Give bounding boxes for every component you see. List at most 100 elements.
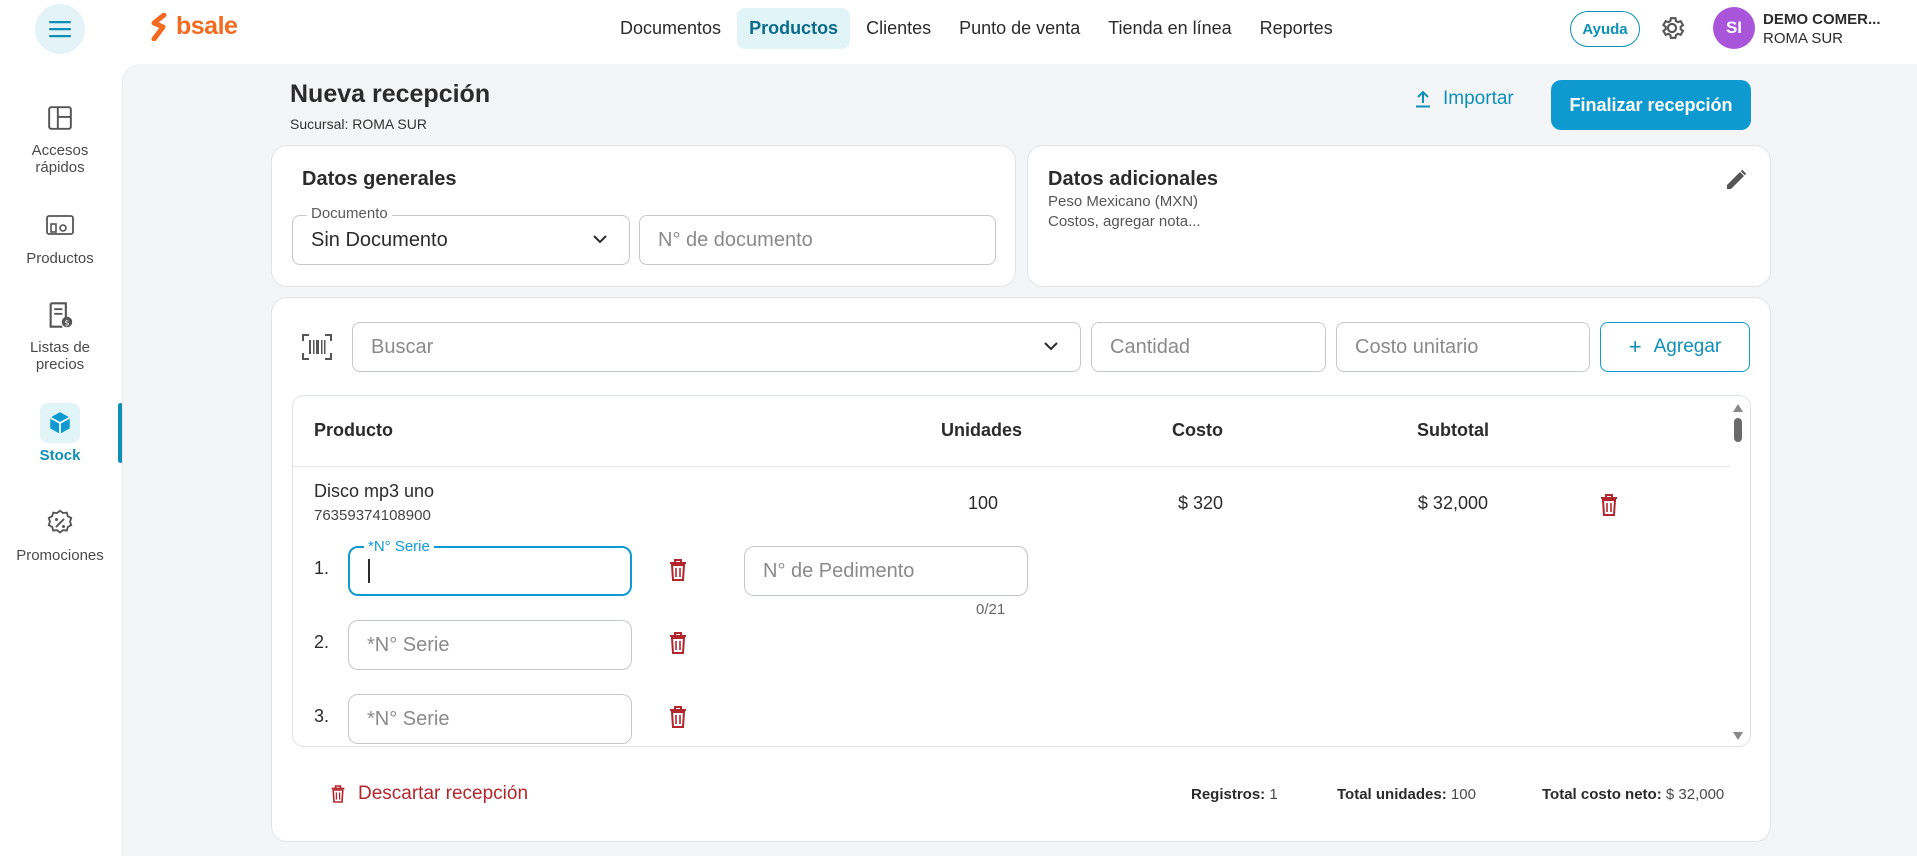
quantity-input[interactable]: Cantidad [1091, 322, 1326, 372]
serial-placeholder: *N° Serie [367, 707, 450, 730]
plus-icon: + [1628, 334, 1642, 359]
sidebar-item-promociones[interactable]: Promociones [0, 503, 120, 564]
svg-text:$: $ [64, 318, 69, 328]
brand-logo[interactable]: bsale [150, 12, 238, 41]
serial-number-input[interactable]: *N° Serie [348, 694, 632, 744]
price-list-icon: $ [40, 295, 80, 335]
account-info[interactable]: DEMO COMER... ROMA SUR [1763, 10, 1881, 48]
barcode-icon[interactable] [302, 334, 332, 360]
import-label: Importar [1443, 88, 1514, 109]
nav-reportes[interactable]: Reportes [1248, 8, 1345, 49]
sidebar-item-label: Listas de precios [29, 339, 91, 373]
serial-number-input[interactable]: *N° Serie [348, 620, 632, 670]
serial-row-number: 3. [314, 706, 330, 726]
nav-tienda-en-linea[interactable]: Tienda en línea [1096, 8, 1243, 49]
text-caret [368, 559, 370, 583]
column-header-subtotal: Subtotal [1417, 420, 1489, 440]
bsale-logo-icon [151, 12, 167, 41]
add-button[interactable]: + Agregar [1600, 322, 1750, 372]
total-units-value: 100 [1450, 786, 1476, 803]
sidebar-item-label: Accesos rápidos [31, 142, 89, 176]
trash-icon[interactable] [1599, 493, 1619, 517]
search-placeholder: Buscar [371, 335, 434, 358]
pedimento-placeholder: N° de Pedimento [763, 559, 915, 582]
menu-button[interactable] [35, 4, 85, 54]
trash-icon [331, 785, 345, 803]
top-bar: bsale Documentos Productos Clientes Punt… [0, 0, 1917, 58]
add-label: Agregar [1653, 336, 1722, 357]
document-number-placeholder: N° de documento [658, 228, 813, 251]
nav-punto-de-venta[interactable]: Punto de venta [947, 8, 1092, 49]
document-select[interactable]: Documento Sin Documento [292, 205, 630, 265]
products-icon [40, 206, 80, 246]
records-label: Registros: [1191, 786, 1266, 803]
product-cost: $ 320 [1177, 493, 1223, 513]
nav-productos[interactable]: Productos [737, 8, 851, 49]
column-header-unidades: Unidades [941, 420, 1023, 440]
product-units: 100 [967, 493, 998, 513]
serial-number-input[interactable]: *N° Serie [348, 538, 632, 596]
product-subtotal: $ 32,000 [1417, 493, 1488, 513]
additional-data-title: Datos adicionales [1048, 168, 1219, 190]
currency-text: Peso Mexicano (MXN) [1048, 193, 1199, 210]
serial-row-number: 2. [314, 632, 330, 652]
nav-documentos[interactable]: Documentos [608, 8, 733, 49]
discard-reception-button[interactable]: Descartar recepción [330, 783, 528, 805]
sidebar-item-label: Productos [26, 250, 94, 267]
trash-icon[interactable] [668, 558, 688, 582]
main-nav: Documentos Productos Clientes Punto de v… [608, 8, 1345, 49]
total-units-label: Total unidades: [1337, 786, 1447, 803]
sidebar-item-productos[interactable]: Productos [0, 206, 120, 267]
layout-icon [40, 98, 80, 138]
discard-label: Descartar recepción [358, 783, 529, 804]
serial-floating-label: *N° Serie [364, 538, 434, 555]
avatar[interactable]: SI [1713, 7, 1755, 49]
general-data-title: Datos generales [302, 168, 457, 190]
total-units-summary: Total unidades: 100 [1337, 786, 1476, 803]
sidebar-item-accesos-rapidos[interactable]: Accesos rápidos [0, 98, 120, 176]
account-name: DEMO COMER... [1763, 11, 1881, 28]
trash-icon[interactable] [668, 631, 688, 655]
pedimento-char-counter: 0/21 [976, 601, 1006, 618]
chevron-down-icon [593, 235, 607, 244]
total-cost-value: $ 32,000 [1665, 786, 1725, 803]
total-cost-label: Total costo neto: [1542, 786, 1662, 803]
sidebar-item-listas-de-precios[interactable]: $ Listas de precios [0, 295, 120, 373]
help-button[interactable]: Ayuda [1570, 11, 1640, 47]
trash-icon[interactable] [668, 705, 688, 729]
page-title: Nueva recepción [290, 80, 491, 108]
nav-clientes[interactable]: Clientes [854, 8, 943, 49]
scrollbar-track [1733, 404, 1743, 740]
logo-text: bsale [176, 12, 238, 40]
quantity-placeholder: Cantidad [1110, 335, 1191, 358]
total-cost-summary: Total costo neto: $ 32,000 [1542, 786, 1724, 803]
records-summary: Registros: 1 [1191, 786, 1278, 803]
document-number-input[interactable]: N° de documento [639, 215, 996, 265]
chevron-down-icon [1044, 342, 1058, 351]
header-divider [293, 466, 1730, 467]
products-table: Producto Unidades Costo Subtotal Disco m… [292, 395, 1751, 747]
finish-reception-button[interactable]: Finalizar recepción [1551, 80, 1751, 130]
import-button[interactable]: Importar [1415, 88, 1514, 110]
hamburger-icon [49, 21, 71, 38]
product-search-input[interactable]: Buscar [352, 322, 1081, 372]
gear-icon[interactable] [1658, 14, 1686, 42]
unit-cost-input[interactable]: Costo unitario [1336, 322, 1590, 372]
product-name: Disco mp3 uno [314, 481, 435, 501]
pedimento-input[interactable]: N° de Pedimento [744, 546, 1028, 596]
column-header-costo: Costo [1172, 420, 1223, 440]
additional-data-card: Datos adicionales Peso Mexicano (MXN) Co… [1027, 145, 1771, 287]
sidebar-item-stock[interactable]: Stock [0, 403, 120, 464]
product-code: 76359374108900 [314, 507, 431, 524]
upload-icon [1416, 90, 1430, 108]
table-scrollbar[interactable] [1733, 402, 1743, 742]
pencil-icon[interactable] [1724, 168, 1748, 192]
note-text: Costos, agregar nota... [1048, 213, 1201, 230]
column-header-producto: Producto [314, 420, 393, 440]
sidebar-item-label: Promociones [16, 547, 104, 564]
document-label: Documento [307, 205, 392, 222]
page-subtitle: Sucursal: ROMA SUR [290, 116, 427, 132]
unit-cost-placeholder: Costo unitario [1355, 335, 1479, 358]
account-branch: ROMA SUR [1763, 30, 1844, 47]
box-icon [40, 403, 80, 443]
